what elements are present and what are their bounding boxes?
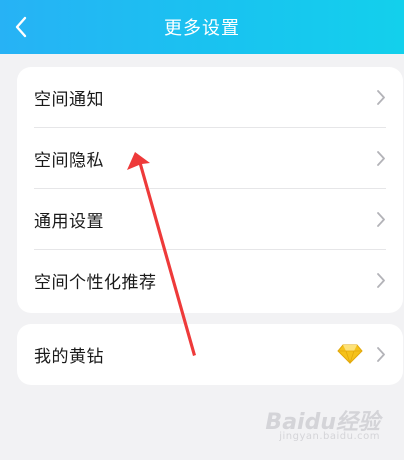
settings-item-label: 我的黄钻 [34,347,104,367]
settings-card: 空间通知 空间隐私 通用设置 空间个性化推荐 [17,67,403,313]
settings-item-space-privacy[interactable]: 空间隐私 [17,128,403,189]
settings-item-general[interactable]: 通用设置 [17,189,403,250]
yellow-diamond-icon [337,344,363,364]
vip-card: 我的黄钻 [17,324,403,385]
baidu-watermark: Baidu经验 jingyan.baidu.com [265,404,380,442]
settings-item-personalized-recommendation[interactable]: 空间个性化推荐 [17,250,403,311]
chevron-right-icon [377,347,385,362]
settings-item-label: 空间隐私 [34,151,104,171]
settings-item-label: 空间个性化推荐 [34,273,157,293]
chevron-right-icon [377,273,385,288]
settings-item-label: 通用设置 [34,212,104,232]
settings-item-yellow-diamond[interactable]: 我的黄钻 [17,324,403,385]
settings-item-space-notifications[interactable]: 空间通知 [17,67,403,128]
chevron-right-icon [377,90,385,105]
chevron-right-icon [377,151,385,166]
settings-item-label: 空间通知 [34,90,104,110]
watermark-url: jingyan.baidu.com [279,431,380,442]
page-title: 更多设置 [164,18,240,39]
top-bar: 更多设置 [0,0,404,54]
chevron-right-icon [377,212,385,227]
